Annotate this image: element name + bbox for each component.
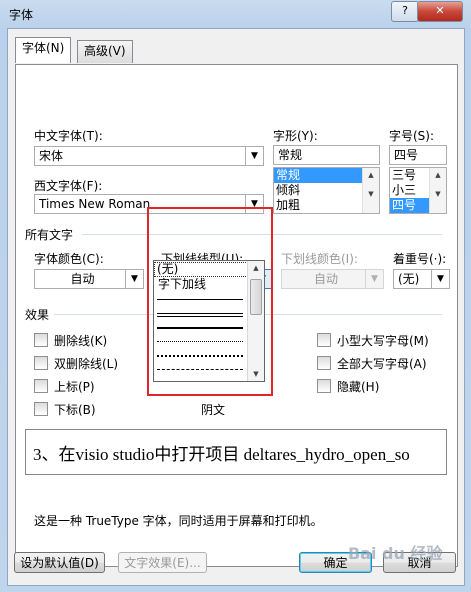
chevron-down-icon[interactable]: ▼ <box>431 270 449 288</box>
truetype-note: 这是一种 TrueType 字体，同时适用于屏幕和打印机。 <box>34 514 323 528</box>
font-color-label: 字体颜色(C): <box>34 252 104 266</box>
preview-text: 3、在visio studio中打开项目 deltares_hydro_open… <box>33 445 410 464</box>
set-default-button[interactable]: 设为默认值(D) <box>14 552 105 573</box>
tab-font[interactable]: 字体(N) <box>15 37 72 63</box>
style-scrollbar[interactable]: ▲ ▼ <box>362 168 379 213</box>
red-highlight-annotation <box>147 207 273 396</box>
font-dialog-window: 字体 ? ✕ 字体(N) 高级(V) 中文字体(T): 宋体 ▼ 字形(Y): … <box>0 0 471 592</box>
subscript-checkbox[interactable] <box>34 402 48 416</box>
underline-color-combobox[interactable]: 自动 ▼ <box>281 269 384 289</box>
emphasis-combobox[interactable]: (无) ▼ <box>393 269 450 289</box>
double-strikethrough-label[interactable]: 双删除线(L) <box>54 355 118 372</box>
underline-color-value: 自动 <box>313 272 338 286</box>
size-label: 字号(S): <box>389 129 435 143</box>
size-listbox[interactable]: 三号 小三 四号 ▲ ▼ <box>389 167 447 214</box>
baidu-watermark: Bai du 经验 <box>348 544 443 563</box>
cn-font-label: 中文字体(T): <box>34 129 103 143</box>
small-caps-checkbox[interactable] <box>317 333 331 347</box>
style-input[interactable]: 常规 <box>273 145 380 165</box>
all-caps-checkbox[interactable] <box>317 356 331 370</box>
west-font-value: Times New Roman <box>39 197 151 211</box>
preview-box: 3、在visio studio中打开项目 deltares_hydro_open… <box>25 429 447 475</box>
superscript-checkbox[interactable] <box>34 379 48 393</box>
all-text-group-title: 所有文字 <box>25 228 74 242</box>
help-button[interactable]: ? <box>391 1 419 22</box>
window-title: 字体 <box>9 8 34 22</box>
strikethrough-checkbox[interactable] <box>34 333 48 347</box>
style-label: 字形(Y): <box>273 129 318 143</box>
text-effects-button[interactable]: 文字效果(E)... <box>118 552 207 573</box>
west-font-label: 西文字体(F): <box>34 179 103 193</box>
chevron-down-icon[interactable]: ▼ <box>125 270 143 288</box>
small-caps-label[interactable]: 小型大写字母(M) <box>337 332 429 349</box>
hidden-label[interactable]: 隐藏(H) <box>337 378 379 395</box>
effects-group-title: 效果 <box>25 308 50 322</box>
scroll-down-icon[interactable]: ▼ <box>430 187 446 201</box>
underline-color-label: 下划线颜色(I): <box>281 252 358 266</box>
emphasis-value: (无) <box>398 272 420 286</box>
scroll-down-icon[interactable]: ▼ <box>363 187 379 201</box>
tab-advanced[interactable]: 高级(V) <box>77 40 133 63</box>
hidden-checkbox[interactable] <box>317 379 331 393</box>
size-input[interactable]: 四号 <box>389 145 447 165</box>
scroll-up-icon[interactable]: ▲ <box>363 168 379 182</box>
emphasis-label: 着重号(·): <box>393 252 447 266</box>
size-scrollbar[interactable]: ▲ ▼ <box>429 168 446 213</box>
engrave-label-partial[interactable]: 阴文 <box>201 401 225 418</box>
strikethrough-label[interactable]: 删除线(K) <box>54 332 107 349</box>
superscript-label[interactable]: 上标(P) <box>54 378 95 395</box>
font-color-combobox[interactable]: 自动 ▼ <box>34 269 144 289</box>
style-listbox[interactable]: 常规 倾斜 加粗 ▲ ▼ <box>273 167 380 214</box>
cn-font-combobox[interactable]: 宋体 ▼ <box>34 146 264 166</box>
list-item[interactable]: 常规 <box>274 168 363 183</box>
subscript-label[interactable]: 下标(B) <box>54 401 96 418</box>
chevron-down-icon[interactable]: ▼ <box>245 147 263 165</box>
double-strikethrough-checkbox[interactable] <box>34 356 48 370</box>
cn-font-value: 宋体 <box>39 149 64 163</box>
close-button[interactable]: ✕ <box>417 1 463 22</box>
title-bar[interactable]: 字体 ? ✕ <box>0 0 471 28</box>
all-caps-label[interactable]: 全部大写字母(A) <box>337 355 427 372</box>
chevron-down-icon[interactable]: ▼ <box>365 270 383 288</box>
list-item[interactable]: 四号 <box>390 198 430 213</box>
scroll-up-icon[interactable]: ▲ <box>430 168 446 182</box>
font-color-value: 自动 <box>70 272 95 286</box>
